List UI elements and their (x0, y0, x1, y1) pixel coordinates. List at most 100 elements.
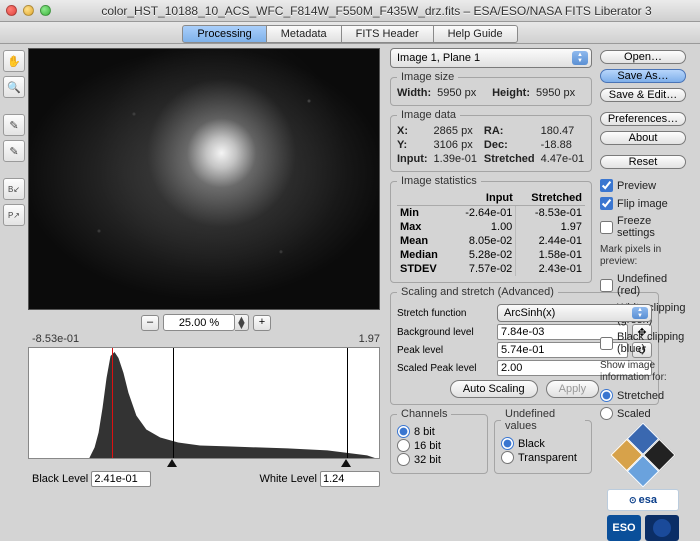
mark-pixels-label: Mark pixels in preview: (600, 244, 686, 268)
plane-selector[interactable]: Image 1, Plane 1 ▲▼ (390, 48, 592, 68)
eso-logo: ESO (607, 515, 641, 541)
ra-value: 180.47 (541, 125, 585, 137)
undefined-red-checkbox[interactable]: Undefined (red) (600, 273, 686, 297)
x-label: X: (397, 125, 428, 137)
table-row: Mean8.05e-022.44e-01 (397, 234, 585, 248)
channels-group: Channels 8 bit 16 bit 32 bit (390, 408, 488, 474)
dec-value: -18.88 (541, 139, 585, 151)
stats-h-input: Input (451, 191, 516, 206)
chevron-updown-icon: ▲▼ (632, 307, 648, 319)
hist-marker-white-level[interactable] (347, 348, 348, 458)
zoom-in-button[interactable]: + (253, 315, 271, 331)
y-label: Y: (397, 139, 428, 151)
preferences-button[interactable]: Preferences… (600, 112, 686, 126)
hist-min-label: -8.53e-01 (32, 333, 79, 345)
eyedropper-black-icon: ✎ (9, 145, 18, 158)
hand-tool[interactable]: ✋ (3, 50, 25, 72)
background-level-label: Background level (397, 327, 493, 338)
undefined-values-group: Undefined values Black Transparent (494, 408, 592, 474)
black-eyedropper-tool[interactable]: ✎ (3, 140, 25, 162)
magnifier-icon: 🔍 (7, 81, 21, 94)
hist-marker-black-level[interactable] (173, 348, 174, 458)
background-sample-icon: B↙ (8, 185, 20, 194)
undefined-legend: Undefined values (501, 408, 585, 432)
about-button[interactable]: About (600, 131, 686, 145)
close-icon[interactable] (6, 5, 17, 16)
image-data-legend: Image data (397, 109, 460, 121)
chevron-updown-icon: ▲▼ (572, 51, 588, 65)
zoom-tool[interactable]: 🔍 (3, 76, 25, 98)
image-preview[interactable] (28, 48, 380, 310)
black-level-handle[interactable] (167, 459, 177, 467)
stretch-function-select[interactable]: ArcSinh(x) ▲▼ (497, 304, 652, 322)
image-statistics-group: Image statistics InputStretched Min-2.64… (390, 175, 592, 283)
window-title: color_HST_10188_10_ACS_WFC_F814W_F550M_F… (59, 4, 694, 18)
stretch-function-value: ArcSinh(x) (504, 307, 555, 319)
plane-selector-label: Image 1, Plane 1 (397, 52, 480, 64)
zoom-out-button[interactable]: – (141, 315, 159, 331)
y-value: 3106 px (434, 139, 478, 151)
table-row: Max1.001.97 (397, 220, 585, 234)
liberator-logo-icon (610, 422, 675, 487)
zoom-icon[interactable] (40, 5, 51, 16)
channel-32bit[interactable]: 32 bit (397, 453, 481, 466)
zoom-stepper[interactable]: ▲▼ (235, 314, 249, 331)
tab-processing[interactable]: Processing (182, 25, 266, 43)
preview-checkbox[interactable]: Preview (600, 179, 686, 192)
white-level-handle[interactable] (341, 459, 351, 467)
info-stretched-radio[interactable]: Stretched (600, 389, 686, 402)
flip-image-checkbox[interactable]: Flip image (600, 197, 686, 210)
tool-palette: ✋ 🔍 ✎ ✎ B↙ P↗ (0, 44, 28, 511)
stretch-function-label: Stretch function (397, 308, 493, 319)
nasa-logo (645, 515, 679, 541)
open-button[interactable]: Open… (600, 50, 686, 64)
reset-button[interactable]: Reset (600, 155, 686, 169)
tab-strip: Processing Metadata FITS Header Help Gui… (0, 22, 700, 44)
save-edit-button[interactable]: Save & Edit… (600, 88, 686, 102)
auto-scaling-button[interactable]: Auto Scaling (450, 380, 538, 398)
scaled-peak-label: Scaled Peak level (397, 363, 493, 374)
minimize-icon[interactable] (23, 5, 34, 16)
dec-label: Dec: (484, 139, 535, 151)
undef-transparent[interactable]: Transparent (501, 451, 585, 464)
hist-marker-red (112, 348, 113, 458)
tab-fits-header[interactable]: FITS Header (342, 25, 434, 43)
table-row: Min-2.64e-01-8.53e-01 (397, 206, 585, 221)
zoom-input[interactable] (163, 314, 235, 331)
black-clipping-checkbox[interactable]: Black clipping (blue) (600, 331, 686, 355)
white-level-label: White Level (259, 473, 316, 485)
peak-sample-icon: P↗ (8, 211, 20, 220)
peak-sample-tool[interactable]: P↗ (3, 204, 25, 226)
undef-black[interactable]: Black (501, 437, 585, 450)
show-info-label: Show image information for: (600, 360, 686, 384)
save-as-button[interactable]: Save As… (600, 69, 686, 83)
peak-level-label: Peak level (397, 345, 493, 356)
stats-h0 (397, 191, 451, 206)
channel-8bit[interactable]: 8 bit (397, 425, 481, 438)
stats-h-stretched: Stretched (516, 191, 585, 206)
image-size-group: Image size Width: 5950 px Height: 5950 p… (390, 71, 592, 106)
image-size-legend: Image size (397, 71, 458, 83)
stretched-label: Stretched (484, 153, 535, 165)
channel-16bit[interactable]: 16 bit (397, 439, 481, 452)
image-data-group: Image data X:2865 px RA:180.47 Y:3106 px… (390, 109, 592, 172)
apply-button[interactable]: Apply (546, 380, 600, 398)
width-value: 5950 px (437, 87, 486, 99)
tab-metadata[interactable]: Metadata (267, 25, 342, 43)
info-scaled-radio[interactable]: Scaled (600, 407, 686, 420)
input-value: 1.39e-01 (434, 153, 478, 165)
histogram[interactable] (28, 347, 380, 459)
stretched-value: 4.47e-01 (541, 153, 585, 165)
table-row: STDEV7.57e-022.43e-01 (397, 262, 585, 276)
black-level-input[interactable] (91, 471, 151, 487)
background-sample-tool[interactable]: B↙ (3, 178, 25, 200)
x-value: 2865 px (434, 125, 478, 137)
input-label: Input: (397, 153, 428, 165)
white-level-input[interactable] (320, 471, 380, 487)
white-eyedropper-tool[interactable]: ✎ (3, 114, 25, 136)
nebula-image (29, 49, 379, 309)
freeze-settings-checkbox[interactable]: Freeze settings (600, 215, 686, 239)
esa-logo: ⊙esa (607, 489, 679, 511)
table-row: Median5.28e-021.58e-01 (397, 248, 585, 262)
tab-help-guide[interactable]: Help Guide (434, 25, 518, 43)
